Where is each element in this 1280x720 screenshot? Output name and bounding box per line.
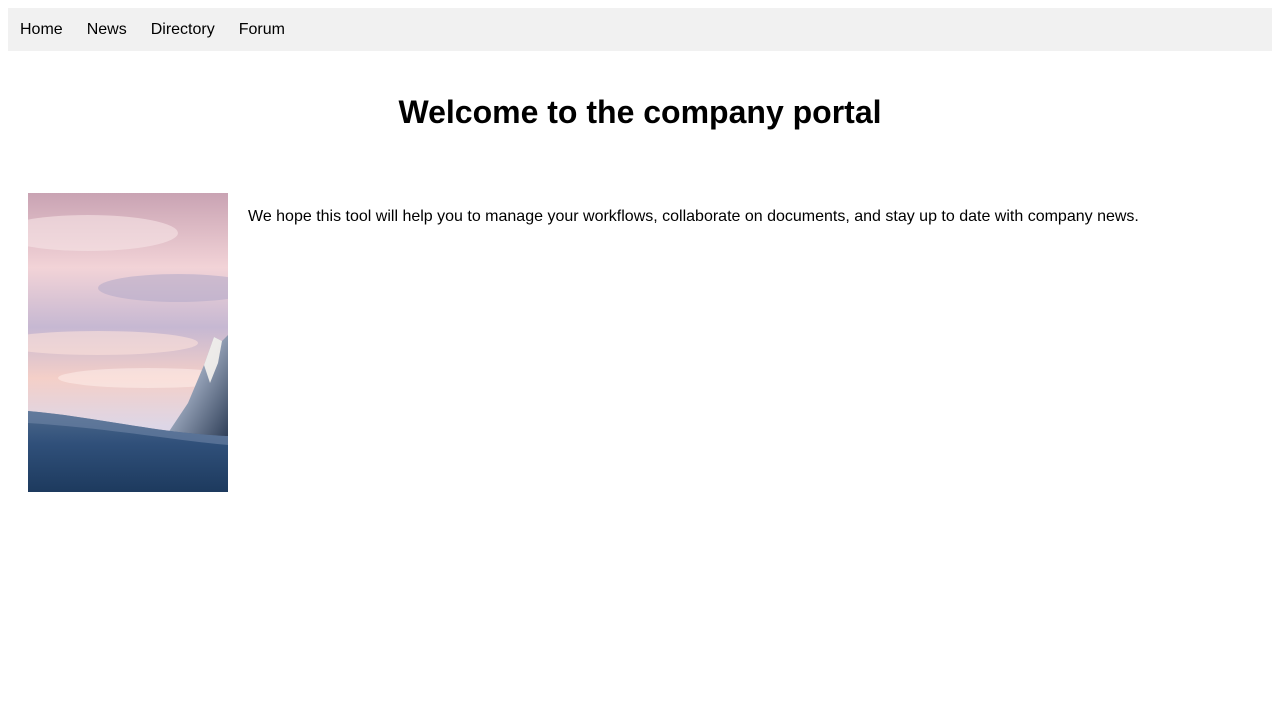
nav-item-home[interactable]: Home [20, 8, 63, 51]
intro-section: We hope this tool will help you to manag… [8, 193, 1272, 492]
nav-item-forum[interactable]: Forum [239, 8, 285, 51]
page: Home News Directory Forum Welcome to the… [0, 0, 1280, 720]
page-title: Welcome to the company portal [398, 94, 882, 130]
intro-paragraph: We hope this tool will help you to manag… [248, 208, 1139, 225]
nav-item-news[interactable]: News [87, 8, 127, 51]
mountain-sunset-image [28, 193, 228, 492]
top-navbar: Home News Directory Forum [8, 8, 1272, 51]
nav-item-directory[interactable]: Directory [151, 8, 215, 51]
